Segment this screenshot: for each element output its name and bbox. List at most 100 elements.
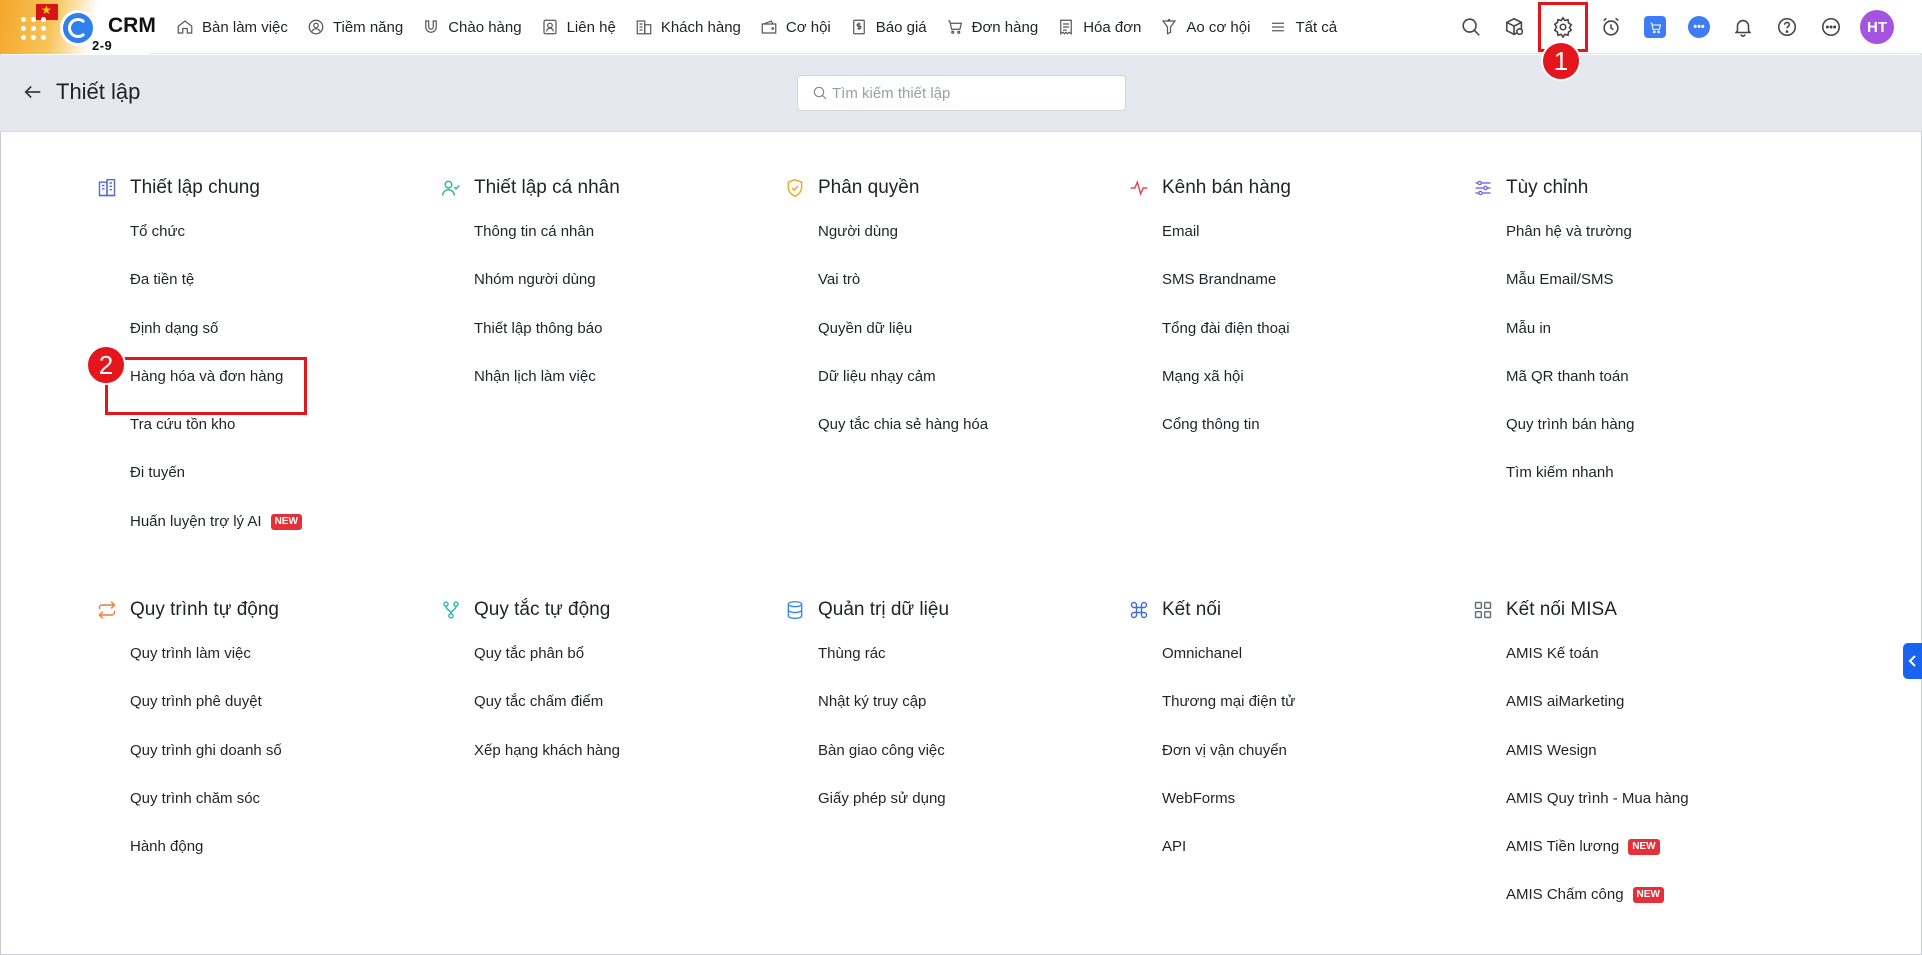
settings-link-quy-tac-phan-bo[interactable]: Quy tắc phân bổ [474, 645, 771, 693]
nav-item-hoa-don[interactable]: Hóa đơn [1057, 18, 1141, 36]
settings-link-hanh-dong[interactable]: Hành động [130, 838, 427, 886]
section-title: Kênh bán hàng [1162, 177, 1291, 198]
nav-item-ao-co-hoi[interactable]: Ao cơ hội [1160, 18, 1250, 36]
user-avatar[interactable]: HT [1860, 10, 1894, 44]
settings-link-ban-giao-cong-viec[interactable]: Bàn giao công việc [818, 742, 1115, 790]
wallet-icon [761, 20, 777, 34]
settings-link-label: Tổng đài điện thoại [1162, 319, 1290, 337]
settings-link-nhan-lich-lam-viec[interactable]: Nhận lịch làm việc [474, 368, 771, 416]
settings-link-vai-tro[interactable]: Vai trò [818, 271, 1115, 319]
settings-link-webforms[interactable]: WebForms [1162, 790, 1459, 838]
settings-link-quy-trinh-cham-soc[interactable]: Quy trình chăm sóc [130, 790, 427, 838]
settings-link-label: Huấn luyện trợ lý AI [130, 512, 262, 530]
settings-link-quy-tac-cham-diem[interactable]: Quy tắc chấm điểm [474, 693, 771, 741]
settings-link-label: Thương mại điện tử [1162, 693, 1296, 711]
settings-link-ma-qr-thanh-toan[interactable]: Mã QR thanh toán [1506, 368, 1803, 416]
more-options-icon[interactable] [1816, 12, 1846, 42]
nav-item-khach-hang[interactable]: Khách hàng [635, 18, 741, 36]
settings-link-email[interactable]: Email [1162, 223, 1459, 271]
settings-link-amis-ke-toan[interactable]: AMIS Kế toán [1506, 645, 1803, 693]
settings-link-don-vi-van-chuyen[interactable]: Đơn vị vận chuyển [1162, 742, 1459, 790]
settings-link-omnichanel[interactable]: Omnichanel [1162, 645, 1459, 693]
settings-link-thiet-lap-thong-bao[interactable]: Thiết lập thông báo [474, 320, 771, 368]
settings-link-quy-tac-chia-se-hang-hoa[interactable]: Quy tắc chia sẻ hàng hóa [818, 416, 1115, 464]
nav-item-label: Ao cơ hội [1186, 18, 1251, 36]
settings-link-label: Dữ liệu nhạy cảm [818, 367, 936, 385]
store-cart-icon[interactable] [1640, 12, 1670, 42]
settings-link-thung-rac[interactable]: Thùng rác [818, 645, 1115, 693]
building-icon [636, 20, 652, 35]
settings-link-di-tuyen[interactable]: Đi tuyến [130, 464, 427, 512]
settings-link-giay-phep-su-dung[interactable]: Giấy phép sử dụng [818, 790, 1115, 838]
help-icon[interactable] [1772, 12, 1802, 42]
settings-link-du-lieu-nhay-cam[interactable]: Dữ liệu nhạy cảm [818, 368, 1115, 416]
settings-link-quyen-du-lieu[interactable]: Quyền dữ liệu [818, 320, 1115, 368]
search-icon[interactable] [1456, 12, 1486, 42]
command-icon [1130, 601, 1148, 619]
nav-item-tiem-nang[interactable]: Tiềm năng [307, 18, 403, 36]
settings-link-label: Quy trình làm việc [130, 645, 251, 662]
settings-link-tra-cuu-ton-kho[interactable]: Tra cứu tồn kho [130, 416, 427, 464]
settings-link-nhom-nguoi-dung[interactable]: Nhóm người dùng [474, 271, 771, 319]
settings-link-api[interactable]: API [1162, 838, 1459, 886]
settings-link-amis-tien-luong[interactable]: AMIS Tiền lương NEW [1506, 838, 1803, 886]
nav-item-don-hang[interactable]: Đơn hàng [946, 18, 1038, 36]
settings-link-da-tien-te[interactable]: Đa tiền tệ [130, 271, 427, 319]
section-header: Kênh bán hàng [1129, 175, 1459, 201]
nav-item-chao-hang[interactable]: Chào hàng [422, 18, 522, 36]
settings-link-mang-xa-hoi[interactable]: Mạng xã hội [1162, 368, 1459, 416]
chat-icon[interactable]: ••• [1684, 12, 1714, 42]
settings-link-label: AMIS Chấm công [1506, 886, 1624, 904]
settings-link-tong-dai-dien-thoai[interactable]: Tổng đài điện thoại [1162, 320, 1459, 368]
settings-link-quy-trinh-phe-duyet[interactable]: Quy trình phê duyệt [130, 693, 427, 741]
settings-link-nhat-ky-truy-cap[interactable]: Nhật ký truy cập [818, 693, 1115, 741]
section-header: Quy tắc tự động [441, 597, 771, 623]
settings-link-thuong-mai-dien-tu[interactable]: Thương mại điện tử [1162, 693, 1459, 741]
settings-link-quy-trinh-lam-viec[interactable]: Quy trình làm việc [130, 645, 427, 693]
section-title: Quy tắc tự động [474, 599, 611, 620]
nav-item-ban-lam-viec[interactable]: Bàn làm việc [176, 18, 288, 36]
settings-link-phan-he-va-truong[interactable]: Phân hệ và trường [1506, 223, 1803, 271]
settings-link-label: Đơn vị vận chuyển [1162, 741, 1287, 759]
settings-link-tim-kiem-nhanh[interactable]: Tìm kiếm nhanh [1506, 464, 1803, 512]
package-search-icon[interactable] [1500, 12, 1530, 42]
settings-link-label: Nhật ký truy cập [818, 693, 927, 711]
app-launcher-button[interactable] [16, 12, 46, 42]
settings-search[interactable] [797, 75, 1126, 111]
nav-item-lien-he[interactable]: Liên hệ [541, 18, 616, 36]
settings-link-sms-brandname[interactable]: SMS Brandname [1162, 271, 1459, 319]
settings-section-kenh-ban-hang: Kênh bán hàng Email SMS Brandname Tổng đài … [1129, 175, 1459, 464]
settings-link-label: Người dùng [818, 223, 898, 240]
settings-link-mau-email-sms[interactable]: Mẫu Email/SMS [1506, 271, 1803, 319]
settings-link-amis-quy-trinh-mua-hang[interactable]: AMIS Quy trình - Mua hàng [1506, 790, 1803, 838]
nav-item-bao-gia[interactable]: Báo giá [850, 18, 927, 36]
settings-link-huan-luyen-tro-ly-ai[interactable]: Huấn luyện trợ lý AI NEW [130, 513, 427, 561]
settings-link-mau-in[interactable]: Mẫu in [1506, 320, 1803, 368]
alarm-clock-icon[interactable] [1596, 12, 1626, 42]
settings-link-xep-hang-khach-hang[interactable]: Xếp hạng khách hàng [474, 742, 771, 790]
section-items: Thùng rác Nhật ký truy cập Bàn giao công v… [785, 645, 1115, 838]
section-title: Kết nối [1162, 599, 1222, 620]
bell-icon[interactable] [1728, 12, 1758, 42]
page-title: Thiết lập [56, 79, 141, 104]
settings-link-quy-trinh-ghi-doanh-so[interactable]: Quy trình ghi doanh số [130, 742, 427, 790]
nav-item-label: Chào hàng [448, 18, 522, 36]
crm-logo-icon[interactable] [60, 10, 96, 46]
settings-link-amis-cham-cong[interactable]: AMIS Chấm công NEW [1506, 886, 1803, 934]
nav-item-co-hoi[interactable]: Cơ hội [760, 18, 831, 36]
settings-link-label: Thông tin cá nhân [474, 223, 595, 240]
settings-link-amis-wesign[interactable]: AMIS Wesign [1506, 742, 1803, 790]
settings-link-label: Quy tắc phân bổ [474, 645, 585, 662]
settings-link-cong-thong-tin[interactable]: Cổng thông tin [1162, 416, 1459, 464]
nav-item-tat-ca[interactable]: Tất cả [1269, 18, 1337, 36]
side-panel-toggle[interactable] [1903, 643, 1922, 679]
section-items: AMIS Kế toán AMIS aiMarketing AMIS Wesign A… [1473, 645, 1803, 935]
settings-link-amis-aimarketing[interactable]: AMIS aiMarketing [1506, 693, 1803, 741]
section-title: Phân quyền [818, 177, 920, 198]
settings-link-thong-tin-ca-nhan[interactable]: Thông tin cá nhân [474, 223, 771, 271]
back-arrow-icon[interactable] [20, 79, 46, 105]
settings-link-nguoi-dung[interactable]: Người dùng [818, 223, 1115, 271]
settings-search-input[interactable] [832, 84, 1112, 102]
settings-link-to-chuc[interactable]: Tổ chức [130, 223, 427, 271]
settings-link-quy-trinh-ban-hang[interactable]: Quy trình bán hàng [1506, 416, 1803, 464]
